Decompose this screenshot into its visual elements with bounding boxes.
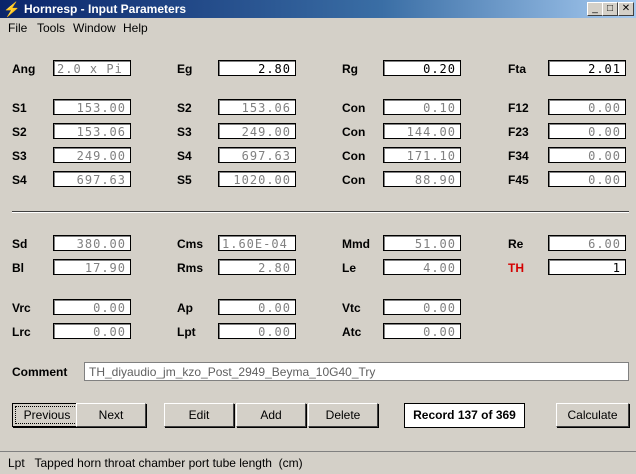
label-comment: Comment	[12, 365, 68, 379]
comment-field[interactable]: TH_diyaudio_jm_kzo_Post_2949_Beyma_10G40…	[84, 362, 629, 381]
field-s4[interactable]: 697.63	[218, 147, 296, 163]
minimize-button[interactable]: _	[587, 2, 603, 16]
menu-bar: File Tools Window Help	[0, 18, 636, 38]
field-fta[interactable]: 2.01	[548, 60, 626, 76]
field-re[interactable]: 6.00	[548, 235, 626, 251]
field-s2[interactable]: 153.06	[218, 99, 296, 115]
label-s2: S2	[12, 125, 27, 139]
label-fta: Fta	[508, 62, 526, 76]
field-eg[interactable]: 2.80	[218, 60, 296, 76]
field-con-3[interactable]: 171.10	[383, 147, 461, 163]
record-counter: Record 137 of 369	[404, 403, 525, 428]
field-s4-left[interactable]: 697.63	[53, 171, 131, 187]
label-f12: F12	[508, 101, 529, 115]
label-con: Con	[342, 149, 366, 163]
label-f23: F23	[508, 125, 529, 139]
label-s1: S1	[12, 101, 27, 115]
field-con-4[interactable]: 88.90	[383, 171, 461, 187]
field-lpt[interactable]: 0.00	[218, 323, 296, 339]
label-vtc: Vtc	[342, 301, 361, 315]
label-f45: F45	[508, 173, 529, 187]
field-s5[interactable]: 1020.00	[218, 171, 296, 187]
label-rg: Rg	[342, 62, 358, 76]
field-sd[interactable]: 380.00	[53, 235, 131, 251]
field-f34[interactable]: 0.00	[548, 147, 626, 163]
label-le: Le	[342, 261, 357, 275]
label-rms: Rms	[177, 261, 204, 275]
label-cms: Cms	[177, 237, 204, 251]
field-rg[interactable]: 0.20	[383, 60, 461, 76]
label-con: Con	[342, 125, 366, 139]
label-s2: S2	[177, 101, 192, 115]
label-ap: Ap	[177, 301, 193, 315]
label-bl: Bl	[12, 261, 24, 275]
label-sd: Sd	[12, 237, 28, 251]
field-s1[interactable]: 153.00	[53, 99, 131, 115]
field-s3-left[interactable]: 249.00	[53, 147, 131, 163]
next-button[interactable]: Next	[76, 403, 146, 427]
field-s3[interactable]: 249.00	[218, 123, 296, 139]
add-button[interactable]: Add	[236, 403, 306, 427]
field-lrc[interactable]: 0.00	[53, 323, 131, 339]
label-s4: S4	[177, 149, 192, 163]
field-s2-left[interactable]: 153.06	[53, 123, 131, 139]
label-con: Con	[342, 173, 366, 187]
field-vtc[interactable]: 0.00	[383, 299, 461, 315]
label-re: Re	[508, 237, 524, 251]
edit-button[interactable]: Edit	[164, 403, 234, 427]
menu-tools[interactable]: Tools	[37, 21, 65, 35]
label-vrc: Vrc	[12, 301, 31, 315]
field-con-2[interactable]: 144.00	[383, 123, 461, 139]
field-ang[interactable]: 2.0 x Pi	[53, 60, 131, 76]
field-vrc[interactable]: 0.00	[53, 299, 131, 315]
label-eg: Eg	[177, 62, 193, 76]
label-s3: S3	[12, 149, 27, 163]
menu-file[interactable]: File	[8, 21, 27, 35]
label-th: TH	[508, 261, 524, 275]
label-s4: S4	[12, 173, 27, 187]
maximize-button[interactable]: □	[602, 2, 618, 16]
field-ap[interactable]: 0.00	[218, 299, 296, 315]
label-atc: Atc	[342, 325, 362, 339]
field-le[interactable]: 4.00	[383, 259, 461, 275]
field-f45[interactable]: 0.00	[548, 171, 626, 187]
status-bar: Lpt Tapped horn throat chamber port tube…	[0, 451, 636, 474]
previous-button[interactable]: Previous	[12, 403, 82, 427]
calculate-button[interactable]: Calculate	[556, 403, 629, 427]
field-cms[interactable]: 1.60E-04	[218, 235, 296, 251]
label-con: Con	[342, 101, 366, 115]
menu-help[interactable]: Help	[123, 21, 148, 35]
menu-window[interactable]: Window	[73, 21, 116, 35]
label-s3: S3	[177, 125, 192, 139]
label-f34: F34	[508, 149, 529, 163]
delete-button[interactable]: Delete	[308, 403, 378, 427]
field-con-1[interactable]: 0.10	[383, 99, 461, 115]
label-lrc: Lrc	[12, 325, 31, 339]
label-lpt: Lpt	[177, 325, 196, 339]
label-s5: S5	[177, 173, 192, 187]
label-mmd: Mmd	[342, 237, 370, 251]
field-f12[interactable]: 0.00	[548, 99, 626, 115]
field-rms[interactable]: 2.80	[218, 259, 296, 275]
section-divider	[12, 211, 629, 213]
status-text: Lpt Tapped horn throat chamber port tube…	[8, 456, 303, 470]
field-bl[interactable]: 17.90	[53, 259, 131, 275]
field-f23[interactable]: 0.00	[548, 123, 626, 139]
window-title: Hornresp - Input Parameters	[24, 2, 187, 16]
field-th[interactable]: 1	[548, 259, 626, 275]
label-ang: Ang	[12, 62, 36, 76]
close-button[interactable]: ✕	[618, 2, 634, 16]
lightning-icon: ⚡	[3, 1, 21, 17]
field-atc[interactable]: 0.00	[383, 323, 461, 339]
field-mmd[interactable]: 51.00	[383, 235, 461, 251]
title-bar: ⚡ Hornresp - Input Parameters _ □ ✕	[0, 0, 636, 18]
